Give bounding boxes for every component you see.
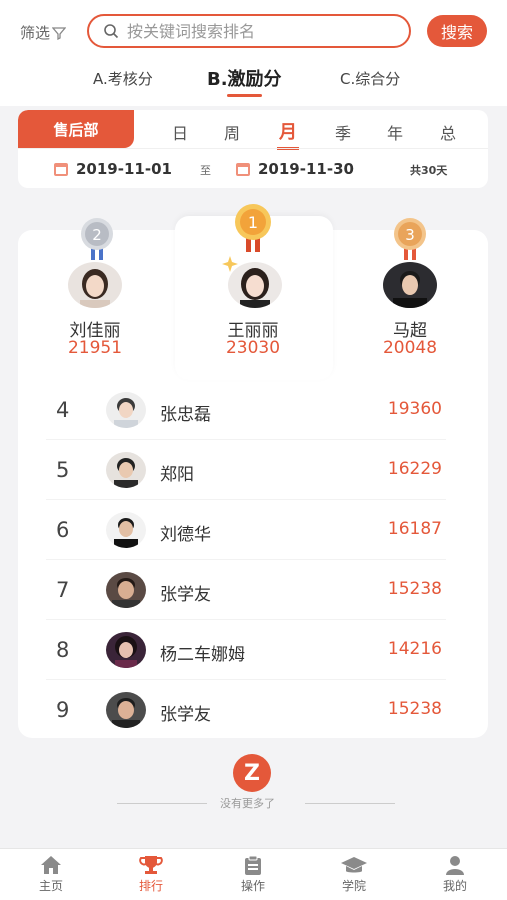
member-name: 张忠磊 [160,405,211,425]
avatar [228,262,282,308]
member-name: 刘德华 [160,525,211,545]
avatar [106,392,146,428]
gold-medal-icon: 1 [235,204,271,252]
search-icon [104,24,119,39]
period-tab-month[interactable]: 月 [277,118,299,150]
member-score: 19360 [387,399,442,419]
rank-number: 6 [56,518,70,542]
trophy-icon [139,856,163,874]
calendar-icon [236,162,250,176]
avatar [106,572,146,608]
silver-medal-icon: 2 [81,218,113,260]
rank-number: 7 [56,578,70,602]
period-tab-total[interactable]: 总 [440,120,456,144]
avatar [106,512,146,548]
period-tab-day[interactable]: 日 [172,120,188,144]
divider [117,803,207,804]
ranking-row[interactable]: 6 刘德华 16187 [46,500,446,560]
nav-label: 排行 [138,879,163,893]
tab-composite-score[interactable]: C.综合分 [340,68,400,89]
department-badge[interactable]: 售后部 [18,110,134,148]
user-icon [446,856,464,875]
divider [18,148,488,149]
nav-label: 操作 [240,879,265,893]
nav-mine[interactable]: 我的 [425,855,485,894]
clipboard-icon [245,855,261,875]
ranking-row[interactable]: 7 张学友 15238 [46,560,446,620]
ranking-row[interactable]: 4 张忠磊 19360 [46,380,446,440]
score-type-tabs: A.考核分 B.激励分 C.综合分 [0,62,507,106]
avatar [106,632,146,668]
svg-text:1: 1 [248,213,258,232]
tab-assessment-score[interactable]: A.考核分 [93,68,153,89]
period-tab-week[interactable]: 周 [224,120,240,144]
start-date: 2019-11-01 [76,160,172,178]
end-date: 2019-11-30 [258,160,354,178]
member-name: 杨二车娜姆 [160,645,245,665]
search-button[interactable]: 搜索 [427,15,487,47]
filter-label: 筛选 [20,24,51,42]
filter-button[interactable]: 筛选 [20,22,67,43]
podium-score: 20048 [382,338,438,358]
member-score: 15238 [387,579,442,599]
period-tab-quarter[interactable]: 季 [335,120,351,144]
nav-label: 学院 [341,879,366,893]
member-name: 张学友 [160,585,211,605]
nav-label: 我的 [442,879,467,893]
filter-icon [52,26,67,40]
no-more-text: 没有更多了 [220,797,275,810]
member-name: 郑阳 [160,465,194,485]
rank-number: 9 [56,698,70,722]
tab-incentive-score[interactable]: B.激励分 [207,65,282,97]
member-score: 14216 [387,639,442,659]
ranking-row[interactable]: 9 张学友 15238 [46,680,446,740]
ranking-row[interactable]: 8 杨二车娜姆 14216 [46,620,446,680]
svg-text:2: 2 [92,226,102,244]
divider [305,803,395,804]
nav-label: 主页 [38,879,63,893]
end-date-picker[interactable]: 2019-11-30 [236,158,354,180]
nav-ranking[interactable]: 排行 [121,855,181,894]
rank-number: 4 [56,398,70,422]
member-name: 张学友 [160,705,211,725]
brand-logo-icon: Z [233,754,271,792]
date-separator: 至 [200,164,211,177]
home-icon [41,856,61,874]
member-score: 16187 [387,519,442,539]
calendar-icon [54,162,68,176]
avatar [106,452,146,488]
search-input[interactable] [127,21,377,41]
avatar [383,262,437,308]
bottom-nav: 主页 排行 操作 学院 我的 [0,848,507,900]
podium-score: 21951 [67,338,123,358]
podium-score: 23030 [225,338,281,358]
ranking-row[interactable]: 5 郑阳 16229 [46,440,446,500]
member-score: 15238 [387,699,442,719]
bronze-medal-icon: 3 [394,218,426,260]
rank-number: 8 [56,638,70,662]
member-score: 16229 [387,459,442,479]
total-days: 共30天 [410,164,448,177]
period-tab-year[interactable]: 年 [387,120,403,144]
avatar [106,692,146,728]
svg-text:3: 3 [405,226,415,244]
period-card: 售后部 日 周 月 季 年 总 2019-11-01 至 2019-11-30 … [18,110,488,188]
graduation-cap-icon [341,857,367,873]
rank-number: 5 [56,458,70,482]
nav-home[interactable]: 主页 [21,855,81,894]
top-bar: 筛选 搜索 [0,0,507,62]
search-box[interactable] [87,14,411,48]
nav-operation[interactable]: 操作 [223,855,283,894]
start-date-picker[interactable]: 2019-11-01 [54,158,172,180]
avatar [68,262,122,308]
nav-academy[interactable]: 学院 [324,855,384,894]
